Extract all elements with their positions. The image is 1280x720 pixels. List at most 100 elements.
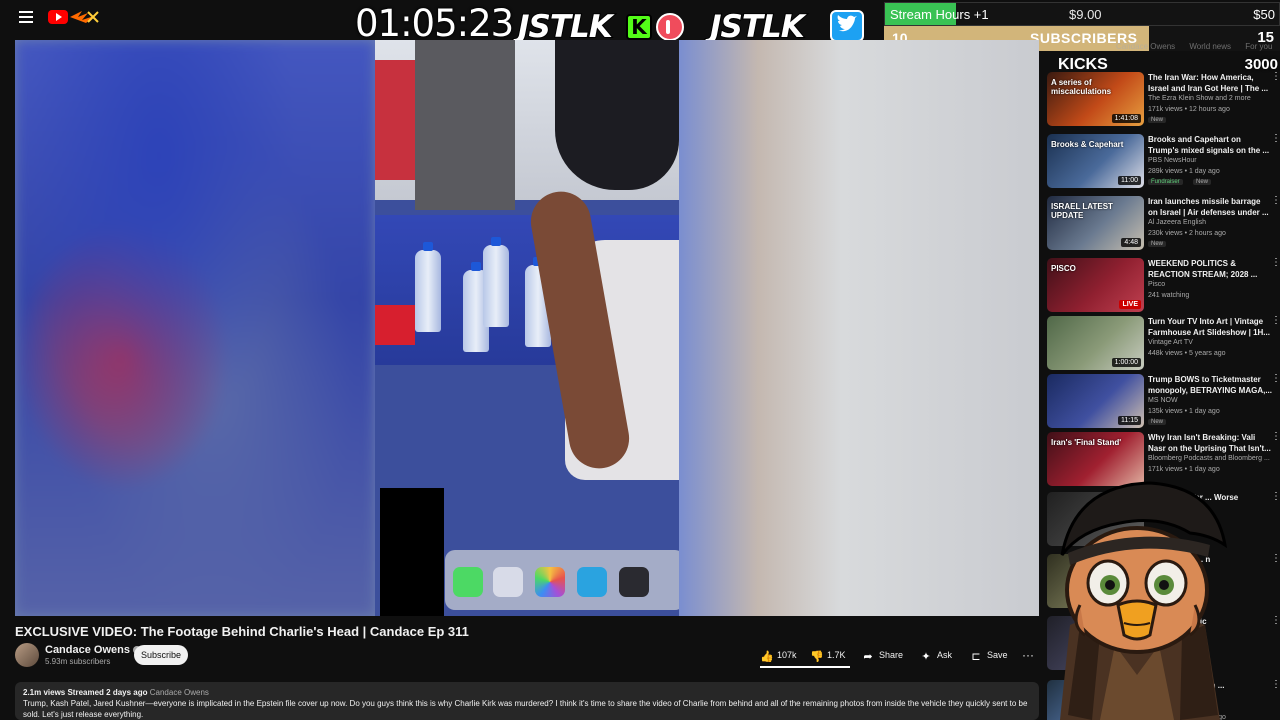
status-badge: New (1148, 241, 1167, 247)
filter-chips: Candace Owens World news For you (1110, 42, 1278, 51)
thumbnail-text: ISRAEL LATEST UPDATE (1051, 202, 1113, 220)
recommended-views: 135k views • 1 day ago (1148, 408, 1220, 415)
channel-name-text[interactable]: Candace Owens (45, 644, 130, 656)
duration-badge: 1:41:08 (1111, 114, 1141, 123)
twitter-icon (830, 10, 864, 42)
thumbs-up-icon: 👍 (760, 651, 774, 663)
duration-badge: 11:15 (1118, 416, 1141, 425)
water-bottle (415, 242, 441, 332)
recommended-title[interactable]: Brooks and Capehart on Trump's mixed sig… (1148, 134, 1272, 156)
recommended-channel[interactable]: Bloomberg Podcasts and Bloomberg ... (1148, 455, 1270, 462)
recommended-views: 171k views • 12 hours ago (1148, 106, 1230, 113)
description-box[interactable]: 2.1m views Streamed 2 days ago Candace O… (15, 682, 1039, 720)
recommended-channel[interactable]: Pisco (1148, 281, 1165, 288)
subscribe-button[interactable]: Subscribe (134, 645, 188, 665)
recommended-title[interactable]: WEEKEND POLITICS & REACTION STREAM; 2028… (1148, 258, 1272, 280)
status-badge: New (1148, 419, 1167, 425)
rumble-icon (656, 13, 684, 41)
recommended-title[interactable]: Iran launches missile barrage on Israel … (1148, 196, 1272, 218)
video-thumbnail[interactable]: PISCO LIVE (1047, 258, 1144, 312)
recommended-video[interactable]: A series of miscalculations 1:41:08 The Ir… (1047, 72, 1280, 130)
stream-timer: 01:05:23 (355, 2, 514, 45)
ask-button[interactable]: ✦ Ask (920, 645, 952, 665)
channel-avatar[interactable] (15, 643, 39, 667)
like-button[interactable]: 👍 107k (760, 645, 797, 665)
recommended-title[interactable]: Why Iran Isn't Breaking: Vali Nasr on th… (1148, 432, 1272, 454)
water-bottle (483, 237, 509, 327)
chip-world-news[interactable]: World news (1183, 42, 1237, 51)
recommended-title[interactable]: Turn Your TV Into Art | Vintage Farmhous… (1148, 316, 1272, 338)
person-background (415, 40, 515, 210)
sparkle-icon: ✦ (921, 651, 931, 663)
kick-icon: K (626, 14, 652, 40)
photos-icon (535, 567, 565, 597)
more-options-icon[interactable]: ⋮ (1271, 554, 1280, 564)
video-title: EXCLUSIVE VIDEO: The Footage Behind Char… (15, 624, 469, 639)
more-actions-button[interactable]: ··· (1022, 645, 1034, 665)
mascot-overlay (1060, 481, 1228, 720)
clapper-icon (619, 567, 649, 597)
youtube-logo-icon[interactable] (48, 8, 100, 26)
dislike-button[interactable]: 👎 1.7K (810, 645, 846, 665)
recommended-channel[interactable]: The Ezra Klein Show and 2 more (1148, 95, 1251, 102)
description-text: Trump, Kash Patel, Jared Kushner—everyon… (23, 699, 1028, 719)
recommended-title[interactable]: The Iran War: How America, Israel and Ir… (1148, 72, 1272, 94)
recommended-video[interactable]: Brooks & Capehart 11:00 Brooks and Capehar… (1047, 134, 1280, 192)
like-ratio-bar (760, 666, 850, 668)
more-options-icon[interactable]: ⋮ (1271, 432, 1280, 442)
more-options-icon[interactable]: ⋮ (1271, 616, 1280, 626)
video-thumbnail[interactable]: ISRAEL LATEST UPDATE 4:48 (1047, 196, 1144, 250)
thumbnail-text: Iran's 'Final Stand' (1051, 438, 1122, 447)
telegram-icon (577, 567, 607, 597)
chip-for-you[interactable]: For you (1239, 42, 1278, 51)
view-count-meta: 2.1m views Streamed 2 days ago (23, 688, 148, 697)
chip-candace-owens[interactable]: Candace Owens (1110, 42, 1181, 51)
share-label: Share (879, 650, 904, 660)
recommended-video[interactable]: PISCO LIVE WEEKEND POLITICS & REACTION STR… (1047, 258, 1280, 316)
menu-icon[interactable] (14, 8, 38, 28)
red-object (375, 305, 415, 345)
messages-icon (453, 567, 483, 597)
video-thumbnail[interactable]: A series of miscalculations 1:41:08 (1047, 72, 1144, 126)
recommended-channel[interactable]: Vintage Art TV (1148, 339, 1193, 346)
more-options-icon[interactable]: ⋮ (1271, 72, 1280, 82)
save-button[interactable]: ⊏ Save (970, 645, 1008, 665)
recommended-channel[interactable]: PBS NewsHour (1148, 157, 1197, 164)
save-label: Save (987, 650, 1008, 660)
more-options-icon[interactable]: ⋮ (1271, 134, 1280, 144)
share-button[interactable]: ➦ Share (862, 645, 903, 665)
recommended-video[interactable]: 11:15 Trump BOWS to Ticketmaster monopoly… (1047, 374, 1280, 432)
more-options-icon[interactable]: ⋮ (1271, 374, 1280, 384)
stream-hours-label: Stream Hours +1 (890, 7, 989, 22)
more-options-icon[interactable]: ⋮ (1271, 492, 1280, 502)
live-badge: LIVE (1119, 300, 1141, 309)
recommended-views: 171k views • 1 day ago (1148, 466, 1220, 473)
video-thumbnail[interactable]: 11:15 (1047, 374, 1144, 428)
duration-badge: 4:48 (1121, 238, 1141, 247)
recommended-views: 230k views • 2 hours ago (1148, 230, 1226, 237)
description-channel[interactable]: Candace Owens (150, 688, 209, 697)
more-options-icon[interactable]: ⋮ (1271, 196, 1280, 206)
more-options-icon[interactable]: ⋮ (1271, 316, 1280, 326)
dislike-count: 1.7K (827, 650, 846, 660)
recommended-channel[interactable]: Al Jazeera English (1148, 219, 1206, 226)
more-options-icon[interactable]: ⋮ (1271, 680, 1280, 690)
video-thumbnail[interactable]: 1:00:00 (1047, 316, 1144, 370)
recommended-channel[interactable]: MS NOW (1148, 397, 1178, 404)
status-badge: Fundraiser (1148, 179, 1183, 185)
recommended-video[interactable]: 1:00:00 Turn Your TV Into Art | Vintage F… (1047, 316, 1280, 374)
thumbs-down-icon: 👎 (810, 651, 824, 663)
video-thumbnail[interactable]: Brooks & Capehart 11:00 (1047, 134, 1144, 188)
recommended-title[interactable]: Trump BOWS to Ticketmaster monopoly, BET… (1148, 374, 1272, 396)
channel-name[interactable]: Candace Owens (45, 644, 141, 656)
recommended-views: 241 watching (1148, 292, 1190, 299)
thumbnail-text: PISCO (1051, 264, 1076, 273)
more-options-icon[interactable]: ⋮ (1271, 258, 1280, 268)
blurred-background-right (679, 40, 1039, 616)
thumbnail-text: Brooks & Capehart (1051, 140, 1124, 149)
blurred-background-left (15, 40, 375, 616)
video-player[interactable] (15, 40, 1039, 616)
mail-icon (493, 567, 523, 597)
stream-hours-amount: $9.00 (1069, 7, 1102, 22)
recommended-video[interactable]: ISRAEL LATEST UPDATE 4:48 Iran launches mi… (1047, 196, 1280, 254)
